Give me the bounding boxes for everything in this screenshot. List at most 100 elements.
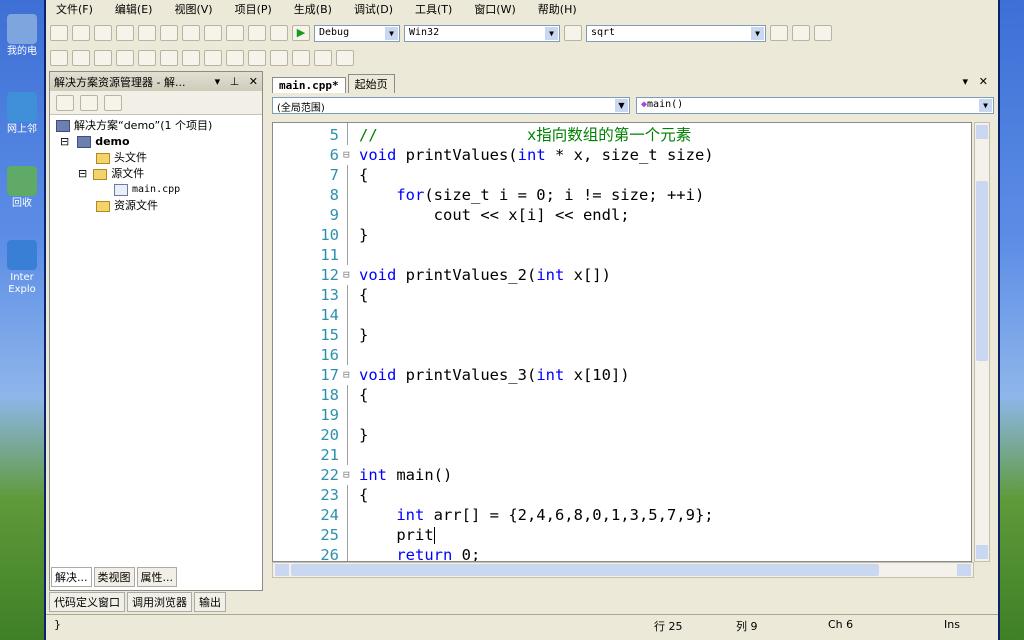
start-debug-icon[interactable]: ▶: [292, 25, 310, 41]
show-all-files-icon[interactable]: [56, 94, 74, 111]
menu-item[interactable]: 帮助(H): [538, 1, 577, 17]
next-bookmark-icon[interactable]: [270, 50, 288, 66]
code-line[interactable]: 12 ⊟ void printValues_2(int x[]): [273, 265, 963, 285]
toolbox-icon[interactable]: [814, 25, 832, 41]
member-select[interactable]: ◆main() ▼: [636, 96, 994, 114]
code-line[interactable]: 10}: [273, 225, 963, 245]
decrease-indent-icon[interactable]: [138, 50, 156, 66]
code-line[interactable]: 14: [273, 305, 963, 325]
code-area[interactable]: 5// x指向数组的第一个元素 6 ⊟ void printValues(int * …: [272, 122, 972, 562]
platform-select[interactable]: Win32 ▼: [404, 24, 560, 42]
menu-item[interactable]: 调试(D): [354, 1, 393, 17]
configuration-select[interactable]: Debug ▼: [314, 24, 400, 42]
menu-item[interactable]: 编辑(E): [115, 1, 153, 17]
code-line[interactable]: 6 ⊟ void printValues(int * x, size_t size): [273, 145, 963, 165]
tab-code-definition[interactable]: 代码定义窗口: [49, 592, 125, 612]
prev-bookmark-icon[interactable]: [248, 50, 266, 66]
redo-icon[interactable]: [248, 25, 266, 41]
code-line[interactable]: 17 ⊟ void printValues_3(int x[10]): [273, 365, 963, 385]
uncomment-icon[interactable]: [204, 50, 222, 66]
prev-bookmark-folder-icon[interactable]: [292, 50, 310, 66]
collapse-icon[interactable]: ⊟: [343, 465, 355, 485]
desktop-icon[interactable]: 回收: [0, 166, 44, 210]
code-line[interactable]: 8 for(size_t i = 0; i != size; ++i): [273, 185, 963, 205]
tree-item-resource-files[interactable]: 资源文件: [56, 198, 212, 214]
desktop-icon[interactable]: Inter Explo: [0, 240, 44, 296]
tree-item-solution[interactable]: 解决方案“demo”(1 个项目): [56, 118, 212, 134]
copy-icon[interactable]: [182, 25, 200, 41]
save-all-icon[interactable]: [138, 25, 156, 41]
code-line[interactable]: 11: [273, 245, 963, 265]
code-line[interactable]: 23 {: [273, 485, 963, 505]
pin-icon[interactable]: ⊥: [230, 75, 240, 88]
chevron-down-icon[interactable]: ▾: [215, 75, 221, 88]
save-icon[interactable]: [116, 25, 134, 41]
code-line[interactable]: 18 {: [273, 385, 963, 405]
desktop-icon[interactable]: 网上邻: [0, 92, 44, 136]
scope-select[interactable]: (全局范围) ▼: [272, 96, 630, 114]
collapse-icon[interactable]: ⊟: [60, 134, 69, 150]
tree-item-project[interactable]: ⊟ demo: [56, 134, 212, 150]
menu-item[interactable]: 文件(F): [56, 1, 93, 17]
vertical-scroll-thumb[interactable]: [976, 181, 988, 361]
tab-main-cpp[interactable]: main.cpp*: [272, 77, 346, 93]
list-members-icon[interactable]: [50, 50, 68, 66]
code-line[interactable]: 13 {: [273, 285, 963, 305]
menu-item[interactable]: 视图(V): [174, 1, 212, 17]
tab-call-browser[interactable]: 调用浏览器: [127, 592, 192, 612]
code-line[interactable]: 25 prit: [273, 525, 963, 545]
scroll-right-icon[interactable]: [957, 564, 971, 576]
code-line[interactable]: 9 cout << x[i] << endl;: [273, 205, 963, 225]
collapse-icon[interactable]: ⊟: [343, 265, 355, 285]
code-line[interactable]: 7{: [273, 165, 963, 185]
tree-item-header-files[interactable]: 头文件: [56, 150, 212, 166]
clear-bookmarks-icon[interactable]: [336, 50, 354, 66]
refresh-icon[interactable]: [80, 94, 98, 111]
code-line[interactable]: 21: [273, 445, 963, 465]
increase-indent-icon[interactable]: [160, 50, 178, 66]
properties-icon[interactable]: [792, 25, 810, 41]
code-line[interactable]: 26 return 0;: [273, 545, 963, 561]
desktop-icon[interactable]: 我的电: [0, 14, 44, 58]
find-in-files-icon[interactable]: [564, 25, 582, 41]
menu-item[interactable]: 生成(B): [294, 1, 332, 17]
navigate-icon[interactable]: [270, 25, 288, 41]
new-project-icon[interactable]: [50, 25, 68, 41]
horizontal-scrollbar[interactable]: [272, 562, 974, 578]
properties-icon[interactable]: [104, 94, 122, 111]
scroll-up-icon[interactable]: [976, 125, 988, 139]
quick-info-icon[interactable]: [94, 50, 112, 66]
vertical-scrollbar[interactable]: [974, 122, 990, 562]
scroll-left-icon[interactable]: [275, 564, 289, 576]
collapse-icon[interactable]: ⊟: [78, 166, 87, 182]
tree-item-source-files[interactable]: ⊟ 源文件: [56, 166, 212, 182]
next-bookmark-folder-icon[interactable]: [314, 50, 332, 66]
menu-item[interactable]: 窗口(W): [474, 1, 515, 17]
menu-item[interactable]: 项目(P): [235, 1, 272, 17]
tab-properties[interactable]: 属性...: [136, 567, 177, 587]
code-line[interactable]: 5 // x指向数组的第一个元素: [273, 125, 963, 145]
undo-icon[interactable]: [226, 25, 244, 41]
bookmark-icon[interactable]: [226, 50, 244, 66]
tab-solution[interactable]: 解决...: [51, 567, 92, 587]
open-file-icon[interactable]: [94, 25, 112, 41]
tab-output[interactable]: 输出: [194, 592, 226, 612]
chevron-down-icon[interactable]: ▾: [956, 74, 974, 89]
add-item-icon[interactable]: [72, 25, 90, 41]
close-icon[interactable]: ✕: [249, 75, 258, 88]
complete-word-icon[interactable]: [116, 50, 134, 66]
code-line[interactable]: 15}: [273, 325, 963, 345]
tab-class-view[interactable]: 类视图: [93, 567, 135, 587]
collapse-icon[interactable]: ⊟: [343, 145, 355, 165]
tree-item-main-cpp[interactable]: main.cpp: [56, 182, 212, 198]
scroll-down-icon[interactable]: [976, 545, 988, 559]
menu-item[interactable]: 工具(T): [415, 1, 452, 17]
solution-explorer-icon[interactable]: [770, 25, 788, 41]
find-combo[interactable]: sqrt ▼: [586, 24, 766, 42]
tab-start-page[interactable]: 起始页: [347, 74, 395, 93]
code-line[interactable]: 20}: [273, 425, 963, 445]
paste-icon[interactable]: [204, 25, 222, 41]
horizontal-scroll-thumb[interactable]: [291, 564, 879, 576]
cut-icon[interactable]: [160, 25, 178, 41]
code-line[interactable]: 22 ⊟ int main(): [273, 465, 963, 485]
